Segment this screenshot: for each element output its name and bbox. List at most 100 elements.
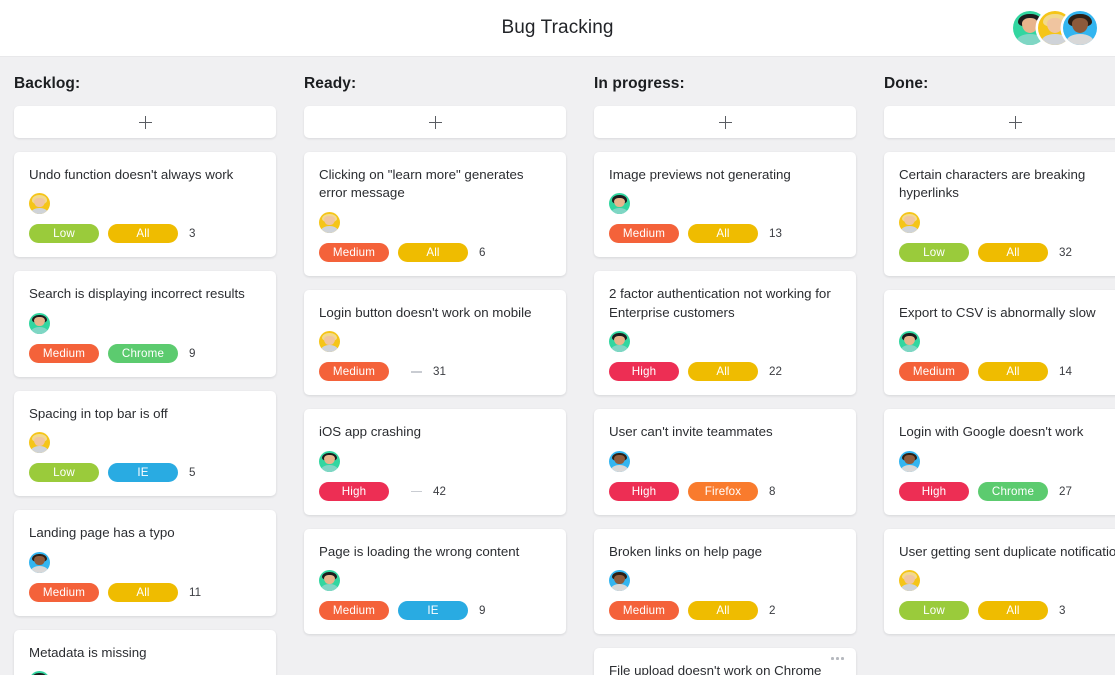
- ellipsis-icon[interactable]: [831, 657, 844, 660]
- card[interactable]: 2 factor authentication not working for …: [594, 271, 856, 396]
- card-tag-row: High Chrome 27: [899, 481, 1115, 501]
- card-assignee: [319, 570, 552, 592]
- card-title: Landing page has a typo: [29, 525, 175, 541]
- add-card-button-in-progress[interactable]: [594, 106, 856, 138]
- card[interactable]: iOS app crashing High 42: [304, 409, 566, 515]
- avatar-face: [899, 331, 920, 353]
- card[interactable]: Metadata is missing: [14, 629, 276, 675]
- priority-tag[interactable]: High: [319, 481, 389, 501]
- card[interactable]: Broken links on help page Medium All 2: [594, 528, 856, 635]
- card[interactable]: Search is displaying incorrect results Me…: [14, 271, 276, 377]
- card-title: Certain characters are breaking hyperlin…: [899, 167, 1089, 201]
- column-title-done: Done:: [884, 75, 929, 92]
- avatar-face: [609, 570, 630, 592]
- priority-tag[interactable]: Medium: [319, 601, 389, 621]
- browser-tag[interactable]: All: [688, 362, 758, 382]
- card-assignee: [609, 570, 842, 592]
- avatar-assignee: [319, 331, 340, 353]
- card-count: 27: [1059, 484, 1072, 498]
- card-tag-row: Low All 32: [899, 242, 1115, 262]
- card[interactable]: User getting sent duplicate notification…: [884, 528, 1115, 635]
- avatar-face: [29, 671, 50, 675]
- card-title: Login with Google doesn't work: [899, 424, 1084, 440]
- priority-tag[interactable]: Medium: [609, 224, 679, 244]
- avatar-assignee: [29, 551, 50, 573]
- add-card-button-done[interactable]: [884, 106, 1115, 138]
- column-done: Done: Certain characters are breaking hyp…: [870, 57, 1115, 675]
- priority-tag[interactable]: Medium: [319, 362, 389, 382]
- card[interactable]: File upload doesn't work on Chrome: [594, 648, 856, 675]
- browser-tag[interactable]: All: [398, 242, 468, 262]
- card-count: 32: [1059, 245, 1072, 259]
- card-assignee: [319, 211, 552, 233]
- priority-tag[interactable]: High: [899, 481, 969, 501]
- avatar-assignee: [319, 211, 340, 233]
- browser-tag[interactable]: Chrome: [978, 481, 1048, 501]
- browser-tag[interactable]: All: [688, 224, 758, 244]
- avatar-assignee: [609, 570, 630, 592]
- avatar-assignee: [899, 211, 920, 233]
- avatar-assignee: [319, 450, 340, 472]
- priority-tag[interactable]: Medium: [29, 343, 99, 363]
- browser-tag[interactable]: IE: [108, 463, 178, 483]
- priority-tag[interactable]: High: [609, 362, 679, 382]
- browser-tag[interactable]: All: [978, 242, 1048, 262]
- priority-tag[interactable]: Medium: [609, 601, 679, 621]
- card-count: 14: [1059, 365, 1072, 379]
- priority-tag[interactable]: Low: [899, 242, 969, 262]
- avatar-assignee: [899, 450, 920, 472]
- card[interactable]: Clicking on "learn more" generates error…: [304, 152, 566, 276]
- avatar-face: [319, 212, 340, 233]
- card-tag-row: Medium All 14: [899, 362, 1115, 382]
- priority-tag[interactable]: Low: [899, 601, 969, 621]
- card-title: Broken links on help page: [609, 543, 763, 559]
- card[interactable]: Spacing in top bar is off Low IE 5: [14, 390, 276, 497]
- card-assignee: [29, 551, 262, 573]
- card[interactable]: Undo function doesn't always work Low All 3: [14, 152, 276, 258]
- avatar-face: [899, 570, 920, 592]
- card-title: Search is displaying incorrect results: [29, 286, 245, 302]
- card[interactable]: Login button doesn't work on mobile Mediu…: [304, 289, 566, 396]
- priority-tag[interactable]: Low: [29, 224, 99, 244]
- page-title: Bug Tracking: [501, 17, 614, 38]
- browser-tag[interactable]: IE: [398, 601, 468, 621]
- plus-icon: [718, 115, 732, 129]
- browser-tag[interactable]: All: [108, 224, 178, 244]
- card-count: 13: [769, 227, 782, 241]
- priority-tag[interactable]: Low: [29, 463, 99, 483]
- team-avatar-group[interactable]: [1013, 11, 1097, 45]
- card[interactable]: Login with Google doesn't work High Chrome…: [884, 409, 1115, 515]
- browser-tag[interactable]: Chrome: [108, 343, 178, 363]
- avatar-assignee: [899, 570, 920, 592]
- add-card-button-backlog[interactable]: [14, 106, 276, 138]
- plus-icon: [138, 115, 152, 129]
- card-count: 11: [189, 585, 202, 599]
- priority-tag[interactable]: Medium: [319, 242, 389, 262]
- card-assignee: [29, 432, 262, 454]
- browser-tag[interactable]: All: [978, 601, 1048, 621]
- browser-tag[interactable]: All: [688, 601, 758, 621]
- avatar-face: [899, 212, 920, 233]
- card-tag-row: Medium IE 9: [319, 601, 552, 621]
- priority-tag[interactable]: Medium: [29, 582, 99, 602]
- card-title: Image previews not generating: [609, 167, 791, 182]
- priority-tag[interactable]: Medium: [899, 362, 969, 382]
- add-card-button-ready[interactable]: [304, 106, 566, 138]
- browser-tag[interactable]: All: [108, 582, 178, 602]
- card[interactable]: User can't invite teammates High Firefox 8: [594, 409, 856, 515]
- card[interactable]: Image previews not generating Medium All 13: [594, 152, 856, 258]
- card[interactable]: Page is loading the wrong content Medium I…: [304, 528, 566, 635]
- card-assignee: [609, 331, 842, 353]
- card-title: Page is loading the wrong content: [319, 543, 520, 559]
- card[interactable]: Landing page has a typo Medium All 11: [14, 510, 276, 616]
- browser-tag[interactable]: Firefox: [688, 481, 758, 501]
- card-assignee: [609, 193, 842, 215]
- card[interactable]: Certain characters are breaking hyperlin…: [884, 152, 1115, 276]
- card[interactable]: Export to CSV is abnormally slow Medium Al…: [884, 289, 1115, 396]
- card-assignee: [899, 211, 1115, 233]
- card-title: Metadata is missing: [29, 644, 147, 660]
- browser-tag[interactable]: All: [978, 362, 1048, 382]
- priority-tag[interactable]: High: [609, 481, 679, 501]
- card-title: iOS app crashing: [319, 424, 421, 440]
- card-count: 6: [479, 245, 486, 259]
